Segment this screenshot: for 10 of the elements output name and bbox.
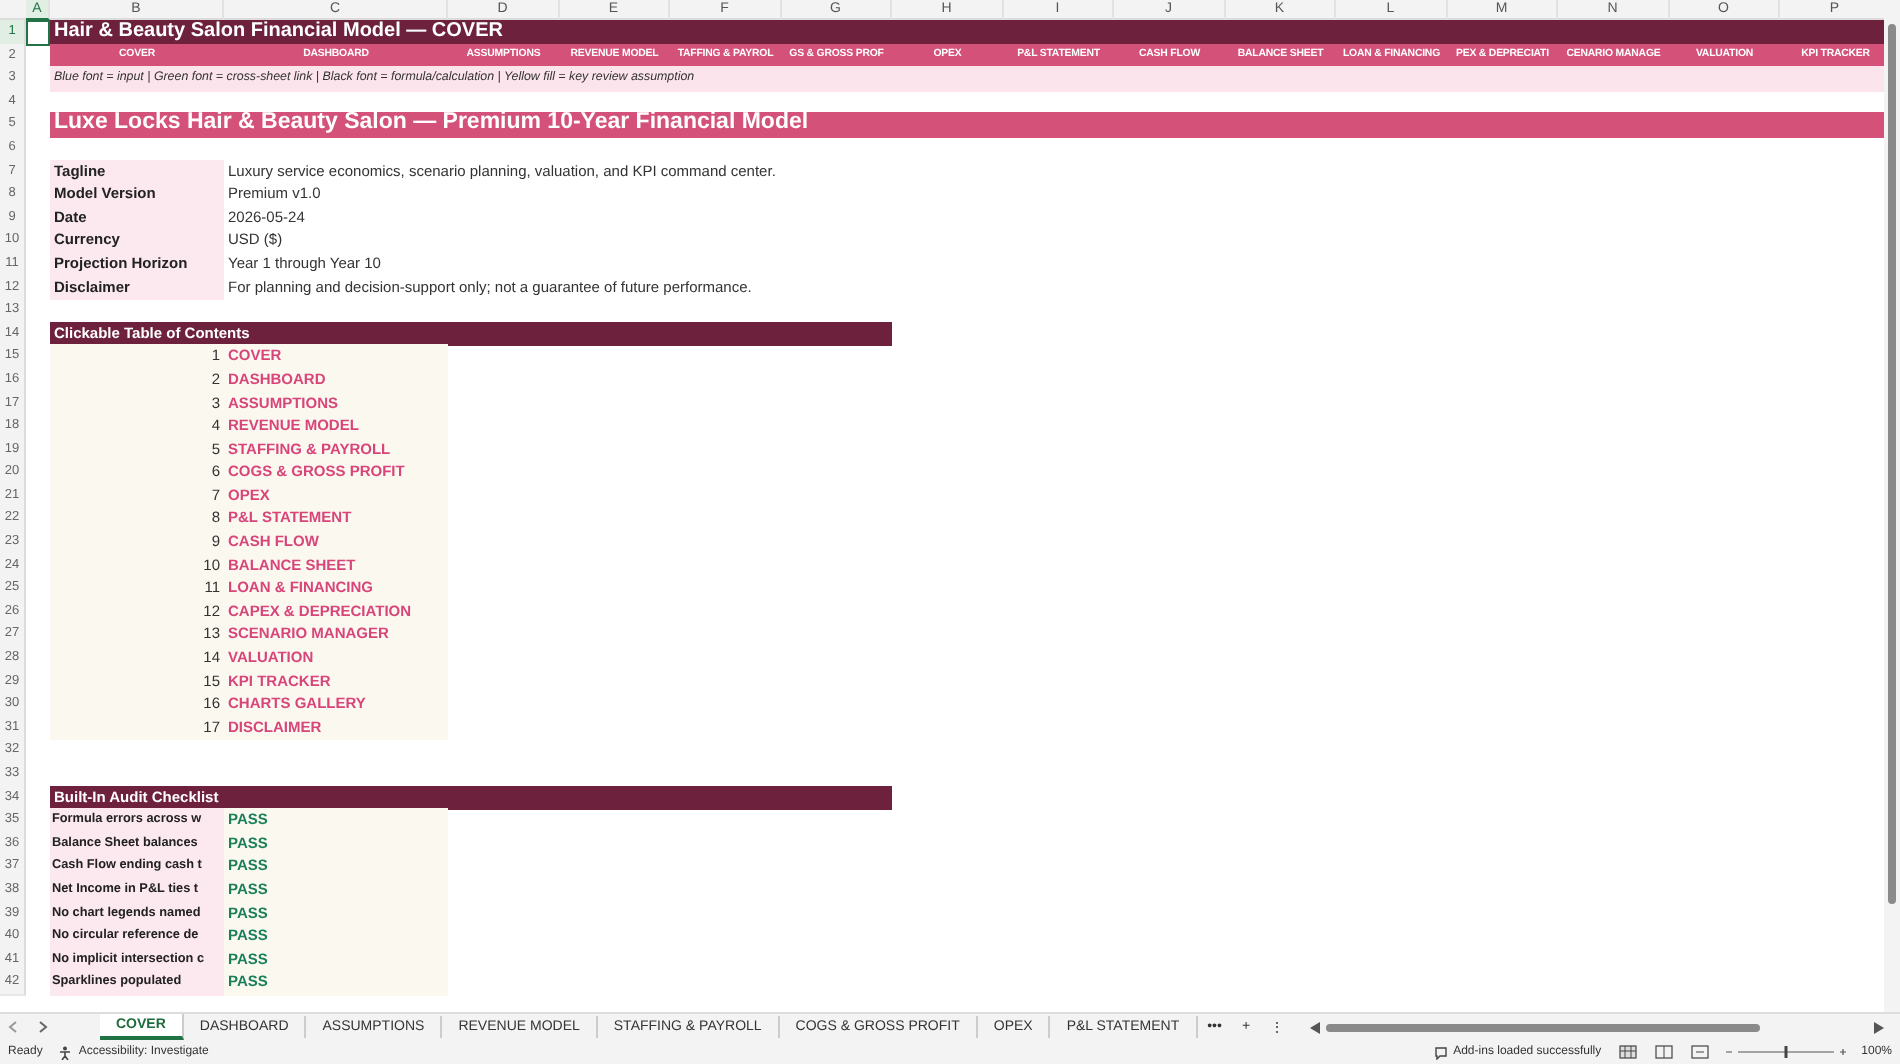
scroll-left-icon[interactable] [1310, 1021, 1321, 1033]
zoom-slider[interactable] [1725, 1046, 1846, 1058]
speech-bubble-icon [1433, 1045, 1448, 1059]
person-icon [58, 1045, 73, 1059]
vertical-scrollbar[interactable] [1884, 0, 1900, 1012]
scroll-right-icon[interactable] [1874, 1021, 1884, 1033]
page-layout-icon[interactable] [1653, 1044, 1674, 1060]
normal-view-icon[interactable] [1617, 1044, 1638, 1060]
selected-cell[interactable] [26, 20, 50, 46]
page-break-icon[interactable] [1689, 1044, 1710, 1060]
